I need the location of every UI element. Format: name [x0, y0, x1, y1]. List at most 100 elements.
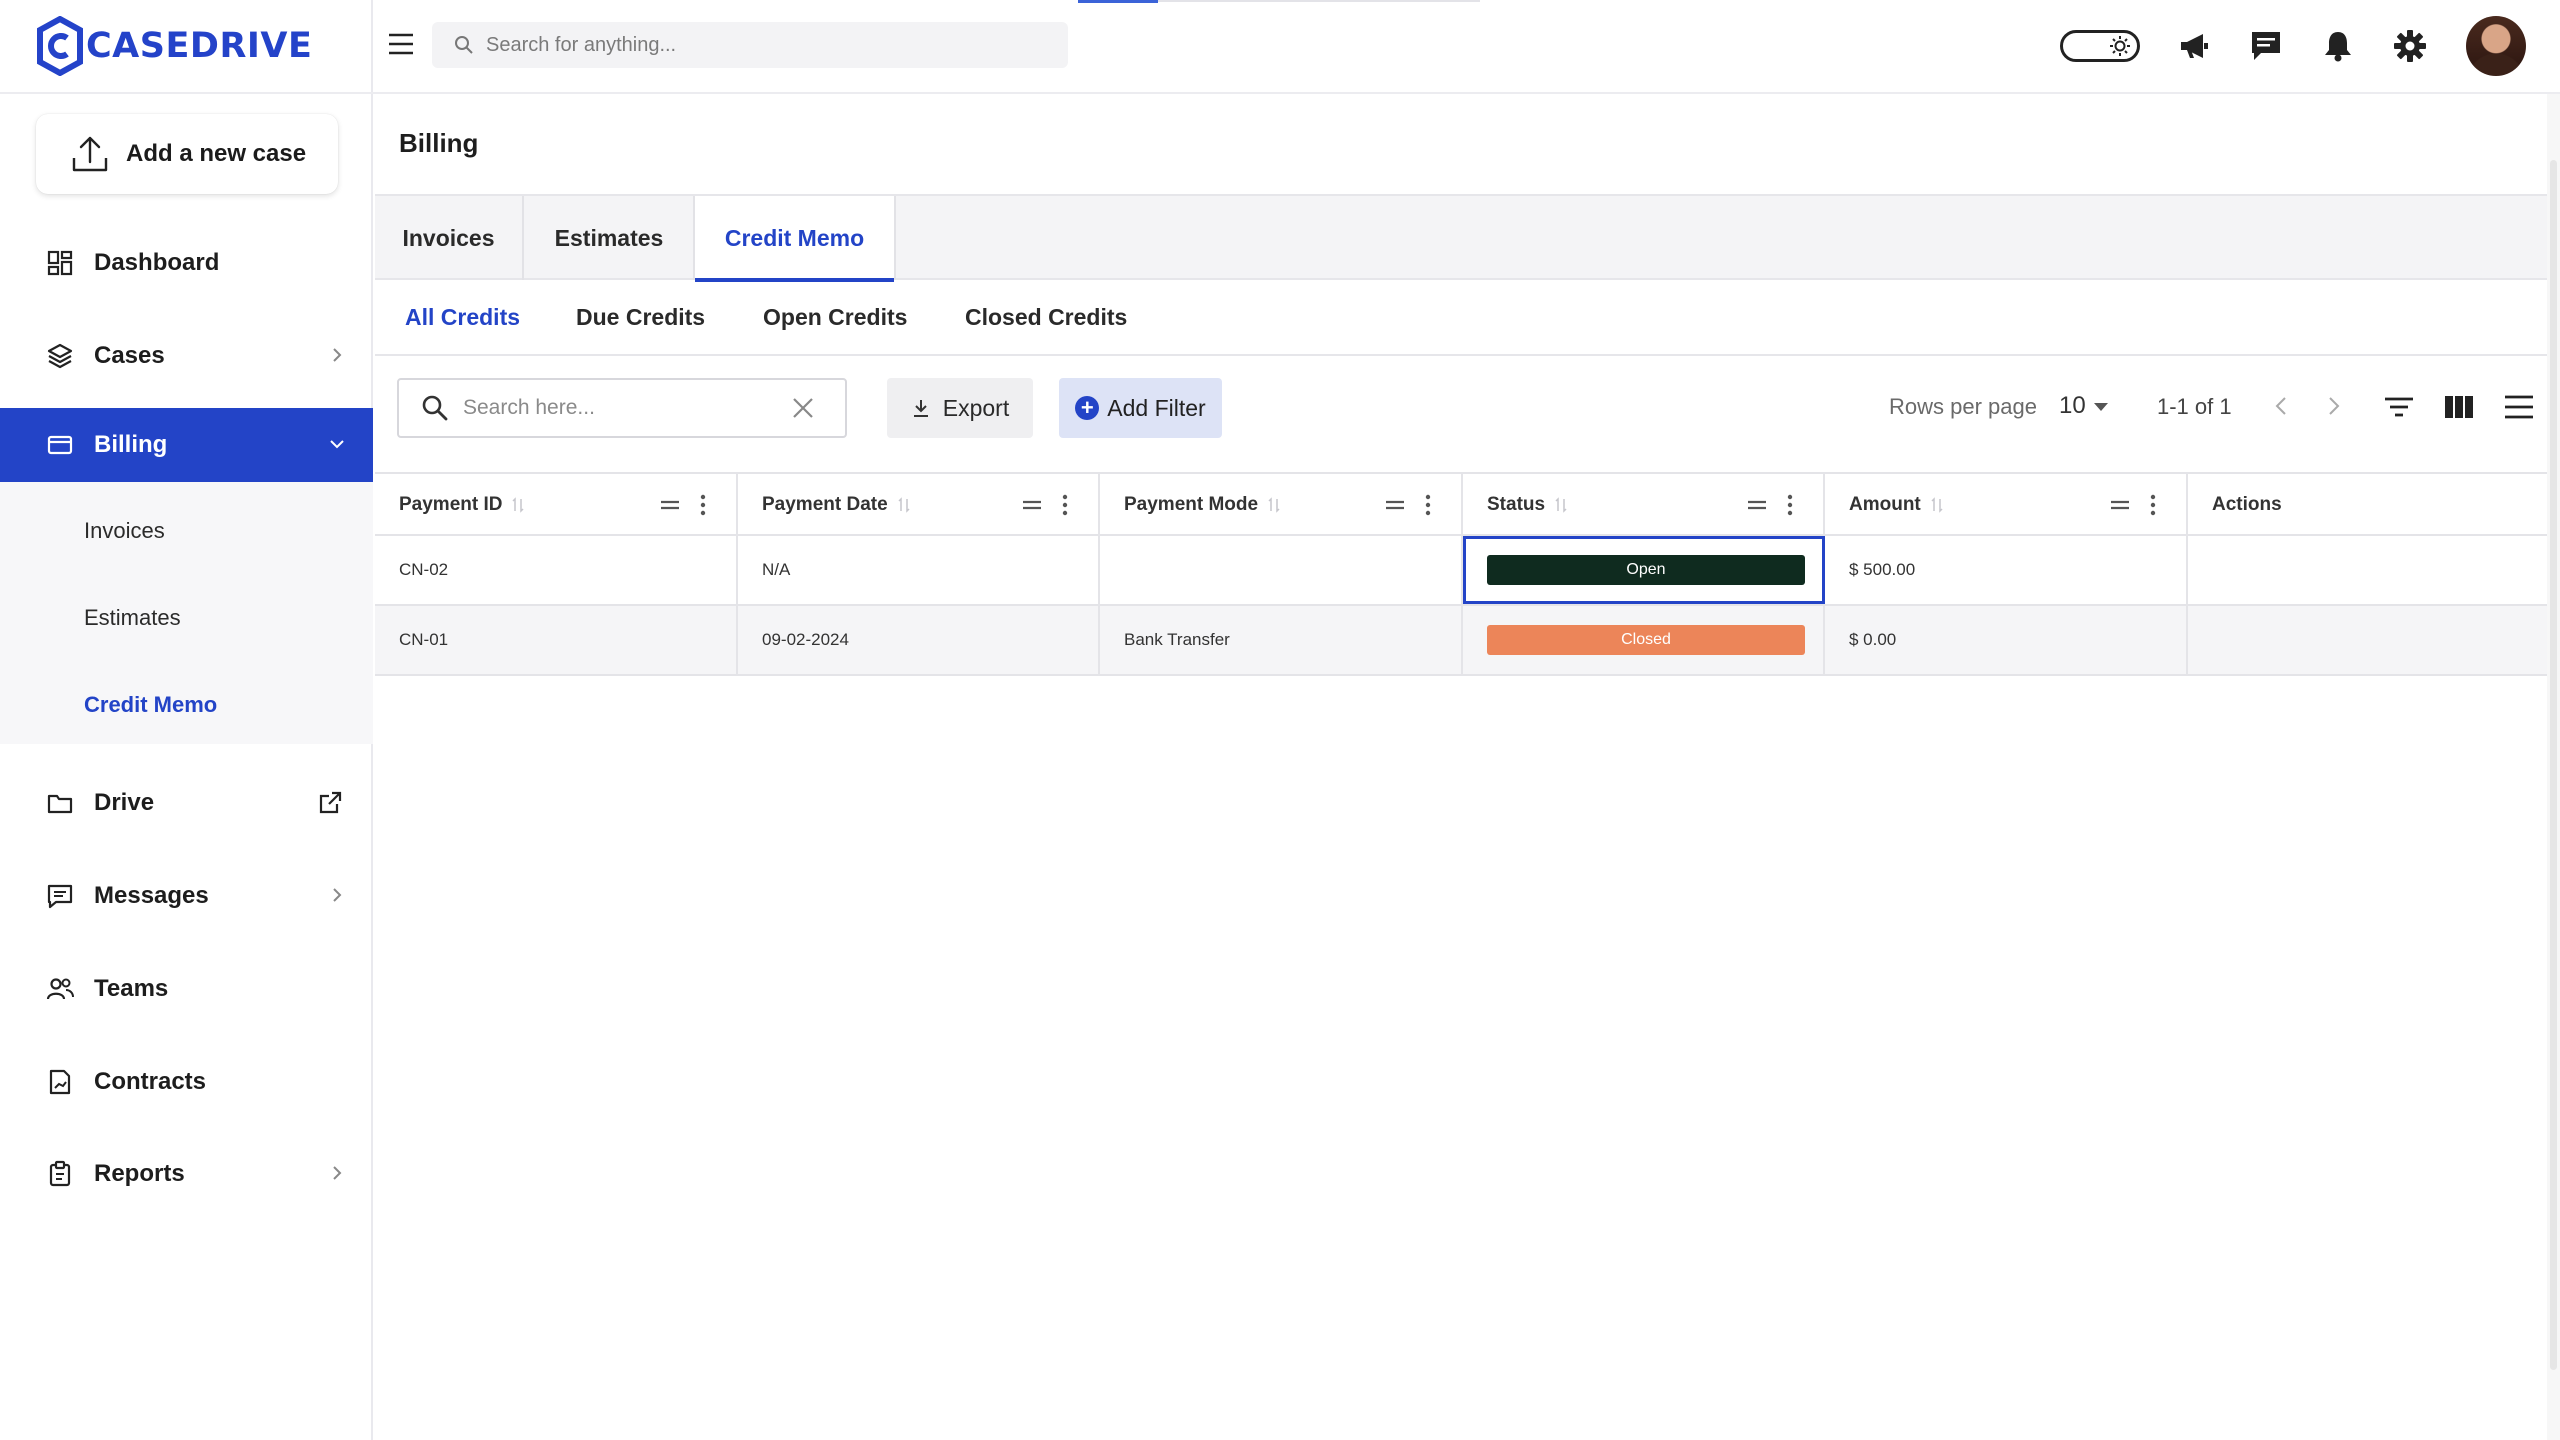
- cell-payment-id: CN-01: [375, 606, 738, 674]
- column-title: Payment Mode: [1124, 494, 1259, 515]
- sidebar-item-label: Cases: [94, 342, 165, 369]
- column-header-payment-date[interactable]: Payment Date: [738, 474, 1100, 536]
- user-avatar[interactable]: [2466, 16, 2526, 76]
- more-vertical-icon[interactable]: [700, 494, 706, 516]
- drag-handle-icon[interactable]: [1022, 498, 1042, 512]
- export-label: Export: [942, 394, 1010, 421]
- sidebar-item-reports[interactable]: Reports: [0, 1137, 373, 1211]
- tab-credit-memo[interactable]: Credit Memo: [693, 196, 896, 282]
- theme-toggle[interactable]: [2060, 30, 2140, 62]
- sun-icon: [2110, 36, 2130, 56]
- subtab-open-credits[interactable]: Open Credits: [763, 304, 907, 331]
- chevron-right-icon[interactable]: [2321, 394, 2345, 418]
- more-vertical-icon[interactable]: [1787, 494, 1793, 516]
- add-new-case-label: Add a new case: [126, 140, 307, 167]
- page-title: Billing: [399, 128, 479, 158]
- table-row[interactable]: CN-01 09-02-2024 Bank Transfer Closed $ …: [375, 606, 2547, 676]
- tab-invoices[interactable]: Invoices: [375, 196, 524, 280]
- global-search[interactable]: [432, 22, 1068, 68]
- drag-handle-icon[interactable]: [1747, 498, 1767, 512]
- close-icon[interactable]: [791, 396, 815, 420]
- column-header-payment-id[interactable]: Payment ID: [375, 474, 738, 536]
- column-header-amount[interactable]: Amount: [1825, 474, 2188, 536]
- sort-icon[interactable]: [1555, 496, 1567, 514]
- subtab-due-credits[interactable]: Due Credits: [576, 304, 705, 331]
- notifications-button[interactable]: [2318, 26, 2358, 66]
- sidebar-item-messages[interactable]: Messages: [0, 859, 373, 933]
- density-icon[interactable]: [2502, 390, 2536, 424]
- sort-icon[interactable]: [512, 496, 525, 514]
- sidebar-item-contracts[interactable]: Contracts: [0, 1045, 373, 1119]
- cell-actions: [2188, 606, 2547, 674]
- submenu-item-estimates[interactable]: Estimates: [84, 605, 181, 631]
- sidebar-item-label: Contracts: [94, 1068, 207, 1095]
- cell-payment-mode: [1100, 536, 1463, 604]
- sidebar-item-label: Messages: [94, 882, 209, 909]
- cell-payment-date: 09-02-2024: [738, 606, 1100, 674]
- sort-icon[interactable]: [1268, 496, 1280, 514]
- announcements-button[interactable]: [2174, 26, 2214, 66]
- chat-button[interactable]: [2246, 26, 2286, 66]
- add-new-case-button[interactable]: Add a new case: [36, 114, 338, 194]
- status-badge: Closed: [1487, 625, 1805, 655]
- contract-icon: [46, 1068, 74, 1096]
- tab-estimates[interactable]: Estimates: [524, 196, 696, 280]
- column-title: Status: [1487, 494, 1546, 515]
- submenu-item-credit-memo[interactable]: Credit Memo: [84, 692, 217, 718]
- table-search[interactable]: [397, 378, 847, 438]
- column-title: Payment ID: [399, 494, 503, 515]
- more-vertical-icon[interactable]: [1062, 494, 1068, 516]
- sidebar-item-label: Billing: [94, 431, 168, 458]
- subtab-closed-credits[interactable]: Closed Credits: [965, 304, 1127, 331]
- filter-lines-icon[interactable]: [2382, 390, 2416, 424]
- drag-handle-icon[interactable]: [1385, 498, 1405, 512]
- sidebar-item-cases[interactable]: Cases: [0, 319, 373, 393]
- credit-filter-tabs: All Credits Due Credits Open Credits Clo…: [375, 280, 2547, 356]
- columns-icon[interactable]: [2442, 390, 2476, 424]
- megaphone-icon: [2181, 34, 2208, 58]
- loading-progress: [1078, 0, 1158, 3]
- column-header-status[interactable]: Status: [1463, 474, 1825, 536]
- sidebar-item-label: Drive: [94, 789, 155, 816]
- more-vertical-icon[interactable]: [2150, 494, 2156, 516]
- sidebar-item-drive[interactable]: Drive: [0, 766, 373, 840]
- more-vertical-icon[interactable]: [1425, 494, 1431, 516]
- sidebar-item-billing[interactable]: Billing: [0, 408, 373, 482]
- status-badge: Open: [1487, 555, 1805, 585]
- column-header-payment-mode[interactable]: Payment Mode: [1100, 474, 1463, 536]
- submenu-item-invoices[interactable]: Invoices: [84, 518, 165, 544]
- logo-hexagon-icon: [37, 16, 83, 76]
- pagination-range: 1-1 of 1: [2157, 394, 2232, 419]
- chevron-right-icon: [333, 348, 342, 362]
- cell-status[interactable]: Open: [1463, 536, 1825, 604]
- settings-button[interactable]: [2390, 26, 2430, 66]
- rows-per-page-label: Rows per page: [1889, 394, 2037, 419]
- column-title: Payment Date: [762, 494, 888, 515]
- subtab-all-credits[interactable]: All Credits: [405, 304, 520, 331]
- export-button[interactable]: Export: [887, 378, 1033, 438]
- menu-icon[interactable]: [388, 32, 414, 56]
- external-link-icon[interactable]: [317, 790, 343, 816]
- table-header: Payment ID Payment Date Payment Mode Sta…: [375, 472, 2547, 536]
- table-row[interactable]: CN-02 N/A Open $ 500.00: [375, 536, 2547, 606]
- table-search-input[interactable]: [463, 396, 783, 420]
- cell-status[interactable]: Closed: [1463, 606, 1825, 674]
- scrollbar-thumb[interactable]: [2550, 160, 2557, 1370]
- upload-icon: [72, 136, 108, 172]
- global-search-input[interactable]: [486, 33, 1046, 57]
- caret-down-icon[interactable]: [2094, 403, 2108, 411]
- brand-logo[interactable]: CASEDRIVE: [36, 16, 312, 76]
- chevron-left-icon[interactable]: [2270, 394, 2294, 418]
- sort-icon[interactable]: [1931, 496, 1943, 514]
- chat-icon: [2252, 32, 2280, 60]
- sort-icon[interactable]: [898, 496, 910, 514]
- column-header-actions: Actions: [2188, 474, 2547, 536]
- rows-per-page-select[interactable]: 10: [2059, 392, 2086, 420]
- column-title: Amount: [1849, 494, 1921, 515]
- drag-handle-icon[interactable]: [660, 498, 680, 512]
- drag-handle-icon[interactable]: [2110, 498, 2130, 512]
- add-filter-button[interactable]: + Add Filter: [1059, 378, 1222, 438]
- cell-actions: [2188, 536, 2547, 604]
- sidebar-item-teams[interactable]: Teams: [0, 952, 373, 1026]
- sidebar-item-dashboard[interactable]: Dashboard: [0, 226, 373, 300]
